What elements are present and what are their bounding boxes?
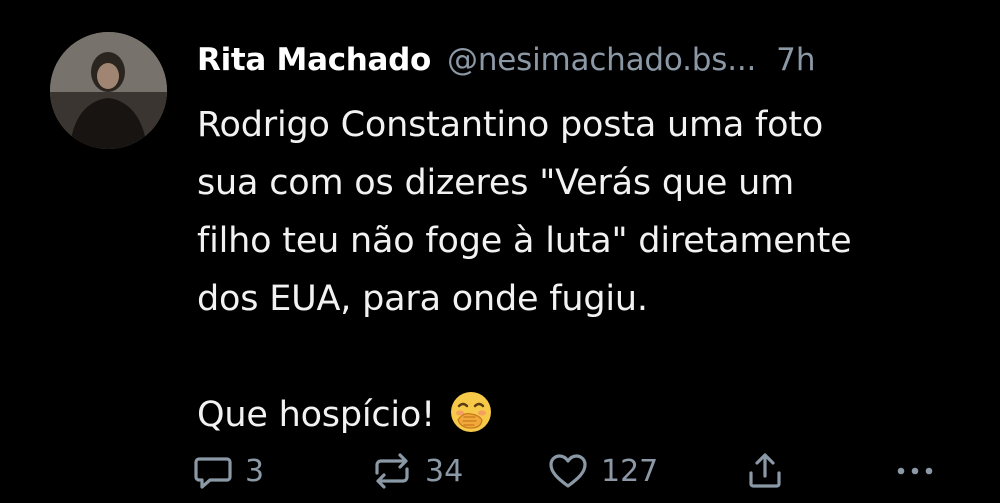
- author-name[interactable]: Rita Machado: [197, 42, 431, 78]
- more-button[interactable]: [893, 448, 937, 494]
- post-text-line: filho teu não foge à luta" diretamente: [197, 221, 852, 261]
- post-closing-line: Que hospício!: [197, 386, 977, 452]
- post-text: Rodrigo Constantino posta uma foto sua c…: [197, 96, 977, 452]
- like-count: 127: [601, 453, 659, 489]
- post: Rita Machado @nesimachado.bs... 7h Rodri…: [0, 0, 1000, 503]
- post-header: Rita Machado @nesimachado.bs... 7h: [197, 38, 816, 82]
- more-icon: [893, 451, 937, 491]
- heart-icon: [547, 451, 589, 491]
- post-actions: 3 34 127: [193, 448, 953, 494]
- avatar-photo: [50, 32, 167, 149]
- reply-icon: [193, 451, 233, 491]
- face-with-hand-over-mouth-emoji: [449, 390, 493, 452]
- avatar[interactable]: [50, 32, 167, 149]
- post-timestamp[interactable]: 7h: [776, 42, 815, 78]
- post-text-line: Rodrigo Constantino posta uma foto: [197, 105, 824, 145]
- reply-button[interactable]: 3: [193, 448, 264, 494]
- post-text-line: sua com os dizeres "Verás que um: [197, 163, 794, 203]
- repost-button[interactable]: 34: [371, 448, 463, 494]
- post-text-line: dos EUA, para onde fugiu.: [197, 279, 648, 319]
- repost-icon: [371, 451, 413, 491]
- reply-count: 3: [245, 453, 265, 489]
- like-button[interactable]: 127: [547, 448, 658, 494]
- repost-count: 34: [425, 453, 464, 489]
- share-icon: [745, 451, 785, 491]
- author-handle[interactable]: @nesimachado.bs...: [447, 42, 756, 78]
- post-closing-text: Que hospício!: [197, 395, 435, 435]
- share-button[interactable]: [745, 448, 785, 494]
